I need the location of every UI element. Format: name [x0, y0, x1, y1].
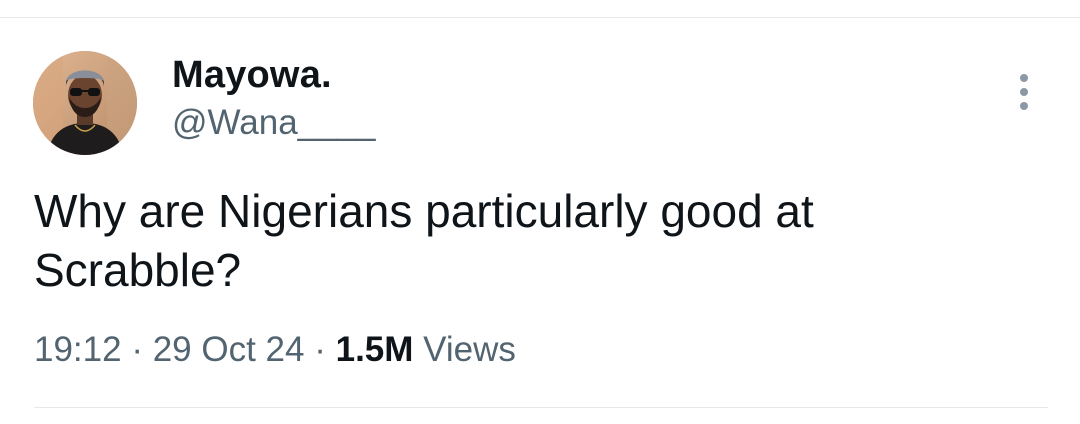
views-count: 1.5M [335, 330, 414, 369]
more-options-button[interactable] [1006, 70, 1042, 114]
display-name[interactable]: Mayowa. [172, 54, 332, 97]
profile-photo-icon [33, 51, 137, 155]
more-vertical-icon [1020, 74, 1028, 110]
tweet-text: Why are Nigerians particularly good at S… [34, 185, 814, 296]
tweet-time[interactable]: 19:12 [34, 330, 122, 369]
tweet-date[interactable]: 29 Oct 24 [153, 330, 305, 369]
top-divider [0, 17, 1080, 18]
tweet-meta: 19:12 · 29 Oct 24 · 1.5M Views [34, 330, 516, 370]
avatar[interactable] [33, 51, 137, 155]
meta-separator: · [131, 330, 143, 369]
user-handle[interactable]: @Wana____ [172, 103, 376, 143]
bottom-divider [34, 407, 1048, 408]
views-label: Views [423, 330, 516, 369]
views-link[interactable]: 1.5M Views [336, 330, 516, 369]
meta-separator: · [314, 330, 326, 369]
